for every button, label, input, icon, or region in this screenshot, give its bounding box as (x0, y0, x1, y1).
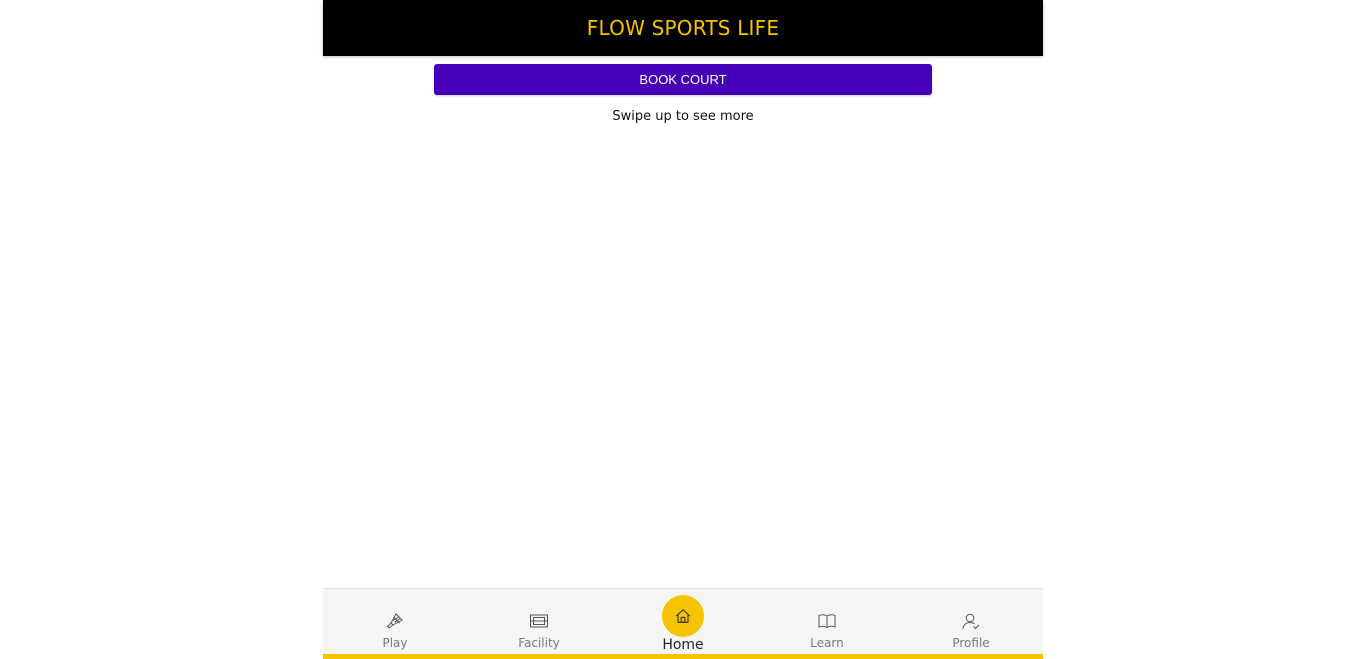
user-icon (962, 613, 980, 630)
bottom-navigation: Play Facility Home Learn Profile (323, 588, 1043, 655)
book-icon (818, 614, 836, 629)
home-active-indicator (662, 595, 704, 637)
nav-label-play: Play (382, 636, 408, 650)
court-icon (530, 614, 548, 628)
shuttlecock-icon (386, 613, 403, 629)
bottom-accent-bar (323, 654, 1043, 659)
nav-label-facility: Facility (518, 636, 560, 650)
nav-label-profile: Profile (952, 636, 990, 650)
nav-item-profile[interactable]: Profile (899, 589, 1043, 655)
nav-item-learn[interactable]: Learn (755, 589, 899, 655)
nav-item-facility[interactable]: Facility (467, 589, 611, 655)
swipe-hint-text: Swipe up to see more (612, 109, 754, 124)
nav-label-home: Home (662, 637, 704, 653)
book-court-button[interactable]: BOOK COURT (434, 64, 932, 95)
nav-label-learn: Learn (810, 636, 844, 650)
nav-item-home[interactable]: Home (611, 589, 755, 655)
app-container: FLOW SPORTS LIFE BOOK COURT Swipe up to … (323, 0, 1043, 659)
nav-item-play[interactable]: Play (323, 589, 467, 655)
app-title: FLOW SPORTS LIFE (586, 16, 780, 40)
app-header: FLOW SPORTS LIFE (323, 0, 1043, 56)
home-icon (675, 608, 691, 623)
